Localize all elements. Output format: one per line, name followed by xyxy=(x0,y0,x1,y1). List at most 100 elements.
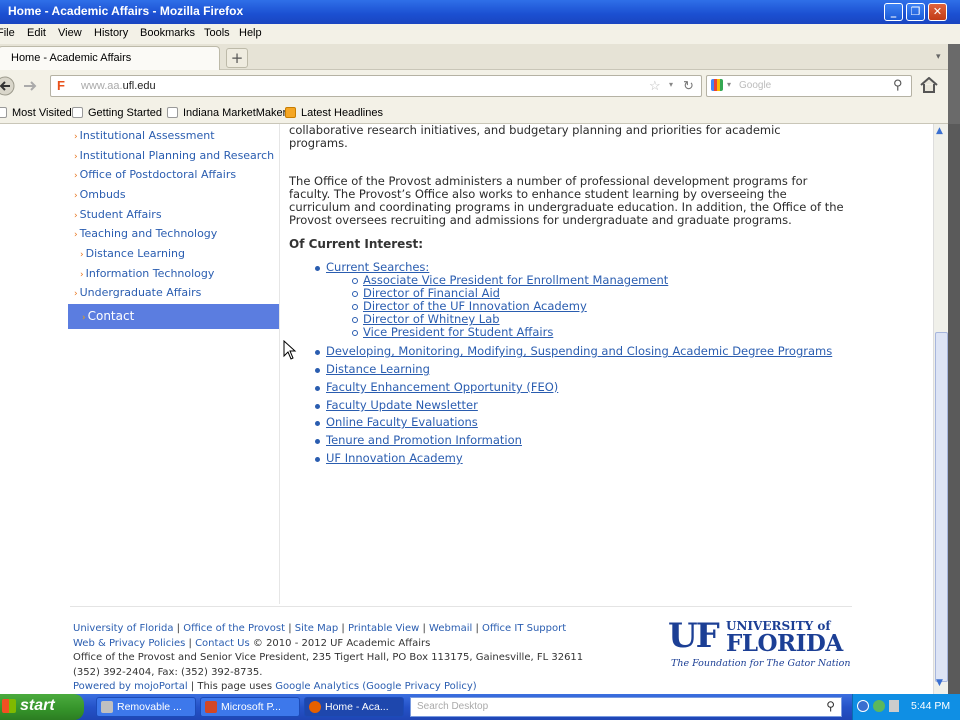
start-button[interactable]: start xyxy=(0,694,84,720)
footer-link-uf[interactable]: University of Florida xyxy=(73,623,173,634)
scrollbar-thumb[interactable] xyxy=(935,332,948,682)
footer-link-sitemap[interactable]: Site Map xyxy=(295,623,338,634)
back-icon[interactable] xyxy=(0,76,18,96)
sidebar-nav: › Institutional Assessment › Institutional… xyxy=(68,124,280,604)
uf-logo[interactable]: UF UNIVERSITY of FLORIDA The Foundation … xyxy=(668,618,858,674)
forward-icon[interactable] xyxy=(22,78,38,94)
window-edge xyxy=(948,124,960,694)
task-microsoft-powerpoint[interactable]: Microsoft P... xyxy=(200,697,300,717)
reload-icon[interactable]: ↻ xyxy=(683,78,694,94)
footer-link-privacy[interactable]: Web & Privacy Policies xyxy=(73,638,185,649)
link-tenure-promotion[interactable]: Tenure and Promotion Information xyxy=(326,434,522,447)
footer-analytics-text: This page uses xyxy=(197,681,273,692)
section-heading: Of Current Interest: xyxy=(289,237,423,251)
sidebar-item-information-technology[interactable]: › Information Technology xyxy=(80,267,214,280)
menu-view[interactable]: View xyxy=(58,27,82,39)
scroll-down-icon[interactable]: ▼ xyxy=(936,678,943,688)
bookmark-star-icon[interactable]: ☆ xyxy=(649,78,661,94)
footer-link-printable[interactable]: Printable View xyxy=(348,623,419,634)
sidebar-item-ombuds[interactable]: › Ombuds xyxy=(74,188,126,201)
mouse-cursor-icon xyxy=(283,340,297,360)
footer-address: Office of the Provost and Senior Vice Pr… xyxy=(73,652,584,663)
close-button[interactable]: ✕ xyxy=(928,3,947,21)
system-tray: 5:44 PM xyxy=(852,694,960,720)
search-input[interactable]: ▾ Google ⚲ xyxy=(706,75,912,97)
minimize-button[interactable]: _ xyxy=(884,3,903,21)
list-bullet xyxy=(352,291,358,297)
google-icon[interactable] xyxy=(711,79,723,91)
drive-icon xyxy=(101,701,113,713)
list-bullet xyxy=(315,386,320,391)
sidebar-item-teaching-technology[interactable]: › Teaching and Technology xyxy=(74,227,217,240)
sidebar-item-institutional-planning[interactable]: › Institutional Planning and Research xyxy=(74,149,274,162)
footer-link-webmail[interactable]: Webmail xyxy=(429,623,472,634)
menu-file[interactable]: File xyxy=(0,27,15,39)
firefox-icon xyxy=(309,701,321,713)
menu-history[interactable]: History xyxy=(94,27,128,39)
footer-link-contact[interactable]: Contact Us xyxy=(195,638,250,649)
sidebar-item-contact[interactable]: › Contact xyxy=(68,304,279,329)
bookmark-icon xyxy=(167,107,178,118)
footer-copyright: © 2010 - 2012 UF Academic Affairs xyxy=(252,637,431,649)
menu-bookmarks[interactable]: Bookmarks xyxy=(140,27,195,39)
search-icon[interactable]: ⚲ xyxy=(893,77,903,93)
bookmark-getting-started[interactable]: Getting Started xyxy=(72,107,162,119)
tray-shield-icon[interactable] xyxy=(873,700,885,712)
sidebar-item-postdoctoral-affairs[interactable]: › Office of Postdoctoral Affairs xyxy=(74,168,236,181)
bookmark-most-visited[interactable]: Most Visited xyxy=(0,107,72,119)
tab-label: Home - Academic Affairs xyxy=(11,52,132,64)
page-scrollbar[interactable]: ▲ ▼ xyxy=(933,124,948,694)
column-divider xyxy=(279,124,280,604)
menu-edit[interactable]: Edit xyxy=(27,27,46,39)
uf-logo-mark: UF xyxy=(668,616,720,656)
footer-divider xyxy=(70,606,852,607)
rss-feed-icon xyxy=(285,107,296,118)
footer-link-mojoportal[interactable]: Powered by mojoPortal xyxy=(73,681,188,692)
link-search-vp-student-affairs[interactable]: Vice President for Student Affairs xyxy=(363,326,553,339)
tab-bar: Home - Academic Affairs + ▾ xyxy=(0,44,960,70)
tray-network-icon[interactable] xyxy=(889,700,899,712)
window-titlebar[interactable]: Home - Academic Affairs - Mozilla Firefo… xyxy=(0,0,960,24)
link-academic-degree-programs[interactable]: Developing, Monitoring, Modifying, Suspe… xyxy=(326,345,832,358)
link-online-evaluations[interactable]: Online Faculty Evaluations xyxy=(326,416,478,429)
address-url[interactable]: www.aa.ufl.edu xyxy=(81,80,156,92)
task-removable[interactable]: Removable ... xyxy=(96,697,196,717)
footer-link-provost[interactable]: Office of the Provost xyxy=(183,623,285,634)
provost-paragraph: The Office of the Provost administers a … xyxy=(289,174,844,227)
link-faculty-newsletter[interactable]: Faculty Update Newsletter xyxy=(326,399,478,412)
maximize-button[interactable]: ❐ xyxy=(906,3,925,21)
bookmark-latest-headlines[interactable]: Latest Headlines xyxy=(285,107,383,119)
link-faculty-enhancement[interactable]: Faculty Enhancement Opportunity (FEO) xyxy=(326,381,558,394)
page-footer: University of Florida | Office of the Pr… xyxy=(73,622,583,694)
bookmark-indiana-marketmaker[interactable]: Indiana MarketMaker xyxy=(167,107,286,119)
bookmark-icon xyxy=(72,107,83,118)
search-engine-dropdown-icon[interactable]: ▾ xyxy=(727,80,731,89)
new-tab-button[interactable]: + xyxy=(226,48,248,68)
tab-home-academic-affairs[interactable]: Home - Academic Affairs xyxy=(0,46,220,70)
sidebar-item-undergraduate-affairs[interactable]: › Undergraduate Affairs xyxy=(74,286,201,299)
link-distance-learning[interactable]: Distance Learning xyxy=(326,363,430,376)
footer-link-google-privacy[interactable]: (Google Privacy Policy) xyxy=(362,681,476,692)
task-firefox[interactable]: Home - Aca... xyxy=(304,697,404,717)
desktop-search-input[interactable]: Search Desktop ⚲ xyxy=(410,697,842,717)
navigation-bar: F www.aa.ufl.edu ☆ ▾ ↻ ▾ Google ⚲ xyxy=(0,70,960,102)
footer-link-it-support[interactable]: Office IT Support xyxy=(482,623,566,634)
link-uf-innovation-academy[interactable]: UF Innovation Academy xyxy=(326,452,463,465)
scroll-up-icon[interactable]: ▲ xyxy=(936,126,943,136)
list-bullet xyxy=(352,317,358,323)
tray-back-icon[interactable] xyxy=(857,700,869,712)
search-icon[interactable]: ⚲ xyxy=(826,699,835,713)
address-bar[interactable]: F www.aa.ufl.edu ☆ ▾ ↻ xyxy=(50,75,702,97)
menu-tools[interactable]: Tools xyxy=(204,27,230,39)
home-icon[interactable] xyxy=(920,77,938,93)
tab-list-icon[interactable]: ▾ xyxy=(936,52,941,62)
url-history-dropdown-icon[interactable]: ▾ xyxy=(669,80,673,89)
footer-link-google-analytics[interactable]: Google Analytics xyxy=(275,681,359,692)
sidebar-item-institutional-assessment[interactable]: › Institutional Assessment xyxy=(74,129,215,142)
list-bullet xyxy=(352,304,358,310)
menu-help[interactable]: Help xyxy=(239,27,262,39)
windows-logo-icon xyxy=(2,699,16,713)
sidebar-item-student-affairs[interactable]: › Student Affairs xyxy=(74,208,162,221)
sidebar-item-distance-learning[interactable]: › Distance Learning xyxy=(80,247,185,260)
menu-bar: File Edit View History Bookmarks Tools H… xyxy=(0,24,960,44)
